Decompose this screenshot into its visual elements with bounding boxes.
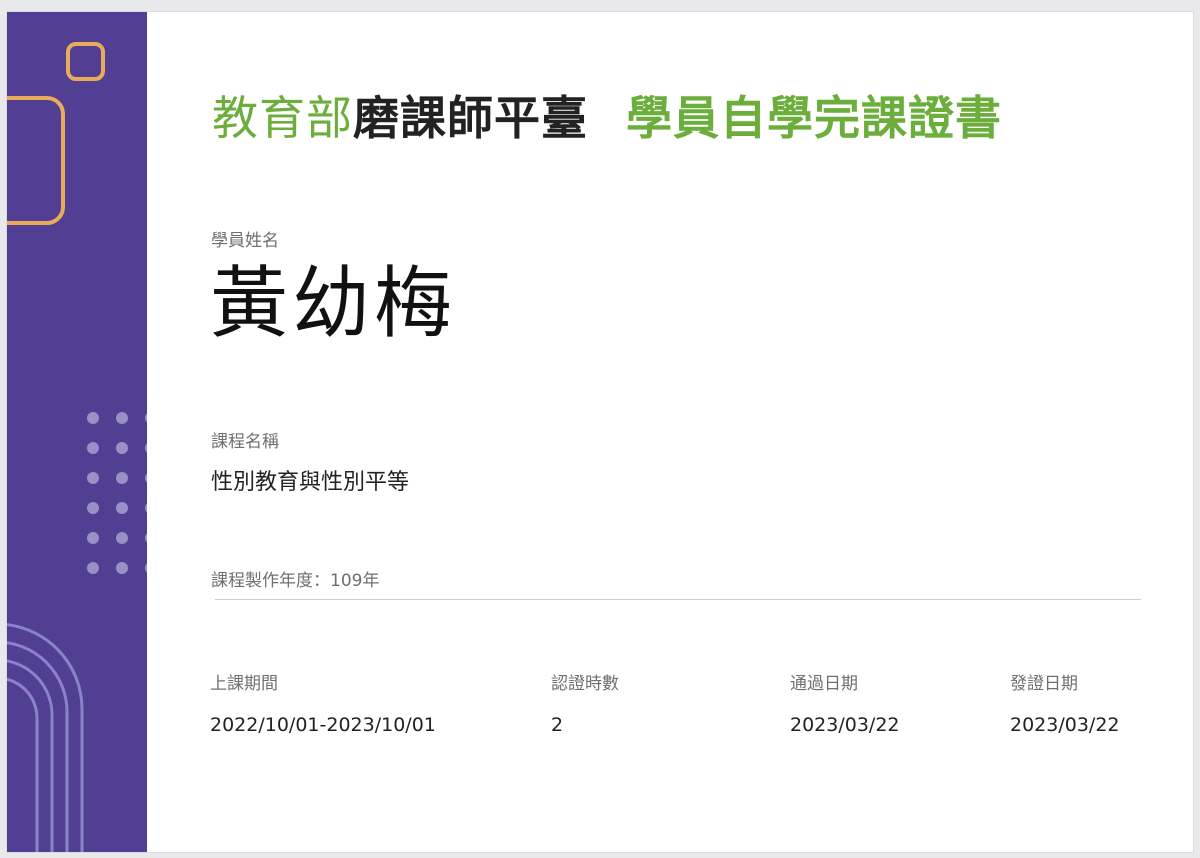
course-period: 上課期間 2022/10/01-2023/10/01	[210, 672, 436, 738]
course-production-year: 課程製作年度：109年	[211, 571, 380, 591]
course-period-value: 2022/10/01-2023/10/01	[210, 714, 436, 736]
arc-lines	[7, 623, 84, 852]
small-rounded-square-icon	[66, 42, 105, 81]
course-period-label: 上課期間	[210, 674, 278, 694]
student-name-label: 學員姓名	[211, 231, 279, 251]
dot-grid	[87, 412, 147, 574]
issue-date-value: 2023/03/22	[1010, 714, 1120, 736]
student-name: 黃幼梅	[210, 259, 457, 349]
title-platform: 磨課師平臺	[353, 91, 588, 145]
pass-date-value: 2023/03/22	[790, 714, 900, 736]
course-name: 性別教育與性別平等	[211, 470, 410, 495]
pass-date-label: 通過日期	[790, 674, 858, 694]
decorative-pattern	[7, 42, 147, 852]
issue-date-label: 發證日期	[1010, 674, 1078, 694]
title-org: 教育部	[212, 91, 353, 145]
title-certificate-type: 學員自學完課證書	[626, 91, 1002, 145]
certified-hours: 認證時數 2	[551, 672, 619, 738]
pass-date: 通過日期 2023/03/22	[790, 672, 900, 738]
large-rounded-square-icon	[7, 96, 65, 225]
certificate: 教育部磨課師平臺 學員自學完課證書 學員姓名 黃幼梅 課程名稱 性別教育與性別平等…	[7, 12, 1193, 852]
course-name-label: 課程名稱	[211, 432, 279, 452]
certificate-title: 教育部磨課師平臺 學員自學完課證書	[212, 86, 1002, 150]
issue-date: 發證日期 2023/03/22	[1010, 672, 1120, 738]
divider	[215, 599, 1141, 600]
certified-hours-value: 2	[551, 714, 564, 736]
decorative-side-band	[7, 12, 147, 852]
certified-hours-label: 認證時數	[551, 674, 619, 694]
